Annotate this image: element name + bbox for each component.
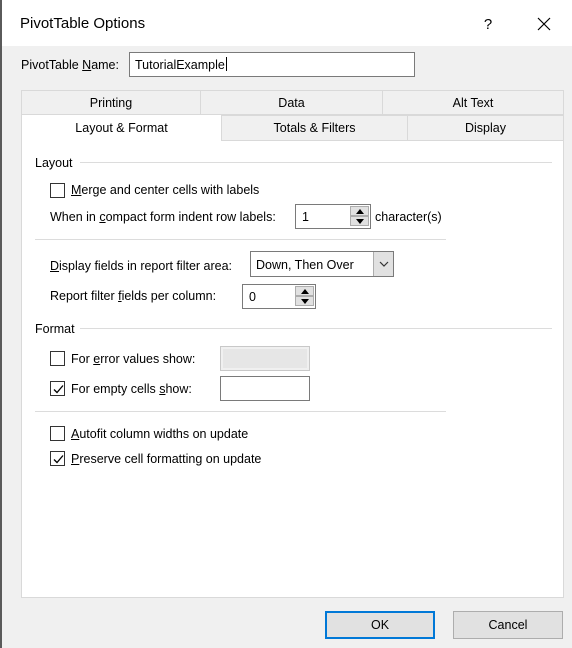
empty-cells-checkbox[interactable] (50, 381, 65, 396)
layout-inner-divider (35, 239, 446, 240)
dropdown-arrow-button[interactable] (373, 252, 393, 276)
ok-button[interactable]: OK (325, 611, 435, 639)
tab-data[interactable]: Data (200, 90, 383, 115)
filter-fields-label: Report filter fields per column: (50, 289, 217, 303)
tab-display[interactable]: Display (407, 115, 564, 141)
close-icon (537, 17, 551, 31)
filter-fields-spinner[interactable]: 0 (242, 284, 316, 309)
indent-unit-label: character(s) (375, 210, 442, 224)
pivottable-name-input[interactable]: TutorialExample (129, 52, 415, 77)
text-caret (225, 57, 227, 71)
close-button[interactable] (530, 10, 558, 38)
tab-totals-filters[interactable]: Totals & Filters (221, 115, 408, 141)
display-fields-label: Display fields in report filter area: (50, 259, 233, 273)
report-filter-area-dropdown[interactable]: Down, Then Over (250, 251, 394, 277)
pivottable-options-dialog: PivotTable Options ? PivotTable Name: Tu… (2, 0, 572, 648)
chevron-up-icon (355, 208, 364, 214)
format-inner-divider (35, 411, 446, 412)
layout-format-panel: Layout Merge and center cells with label… (21, 140, 564, 598)
preserve-formatting-label[interactable]: Preserve cell formatting on update (71, 452, 261, 466)
checkmark-icon (53, 455, 64, 464)
cancel-button[interactable]: Cancel (453, 611, 563, 639)
tab-layout-format[interactable]: Layout & Format (21, 114, 222, 141)
title-bar: PivotTable Options ? (2, 0, 572, 46)
indent-spinner[interactable]: 1 (295, 204, 371, 229)
pivottable-name-label: PivotTable Name: (21, 58, 119, 72)
empty-cells-input[interactable] (220, 376, 310, 401)
help-icon: ? (483, 15, 493, 33)
autofit-checkbox[interactable] (50, 426, 65, 441)
tab-alt-text[interactable]: Alt Text (382, 90, 564, 115)
chevron-down-icon (379, 261, 388, 267)
preserve-formatting-checkbox[interactable] (50, 451, 65, 466)
autofit-label[interactable]: Autofit column widths on update (71, 427, 248, 441)
filter-spin-up-button[interactable] (295, 286, 314, 296)
layout-divider (80, 162, 552, 163)
error-values-checkbox[interactable] (50, 351, 65, 366)
merge-cells-checkbox[interactable] (50, 183, 65, 198)
format-divider (80, 328, 552, 329)
empty-cells-label[interactable]: For empty cells show: (71, 382, 192, 396)
filter-spin-down-button[interactable] (295, 296, 314, 306)
indent-spin-down-button[interactable] (350, 216, 369, 226)
chevron-down-icon (355, 218, 364, 224)
error-values-input[interactable] (220, 346, 310, 371)
help-button[interactable]: ? (474, 10, 502, 38)
error-values-label[interactable]: For error values show: (71, 352, 195, 366)
indent-spin-up-button[interactable] (350, 206, 369, 216)
format-section-title: Format (35, 322, 75, 336)
chevron-down-icon (300, 298, 309, 304)
checkmark-icon (53, 385, 64, 394)
layout-section-title: Layout (35, 156, 73, 170)
tab-printing[interactable]: Printing (21, 90, 201, 115)
indent-label: When in compact form indent row labels: (50, 210, 276, 224)
dialog-title: PivotTable Options (20, 15, 146, 32)
chevron-up-icon (300, 288, 309, 294)
merge-cells-label[interactable]: Merge and center cells with labels (71, 183, 259, 197)
